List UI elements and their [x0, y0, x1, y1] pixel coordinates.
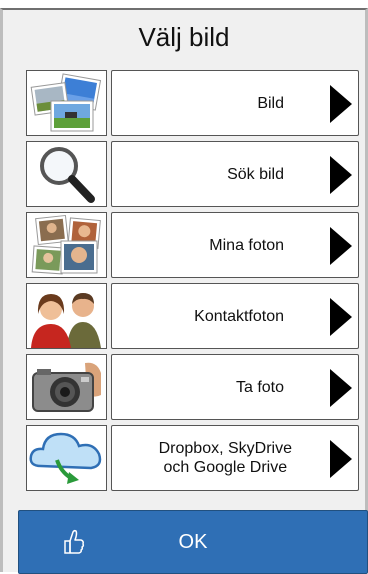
- contacts-icon[interactable]: [26, 283, 107, 349]
- option-my-photos-label: Mina foton: [209, 236, 284, 254]
- option-my-photos-button[interactable]: Mina foton: [111, 212, 359, 278]
- option-contact-photos-button[interactable]: Kontaktfoton: [111, 283, 359, 349]
- option-row-take-photo: Ta foto: [26, 354, 359, 420]
- option-take-photo-button[interactable]: Ta foto: [111, 354, 359, 420]
- option-cloud-storage-label: Dropbox, SkyDrive och Google Drive: [158, 440, 292, 476]
- chevron-right-icon: [330, 369, 352, 407]
- camera-icon[interactable]: [26, 354, 107, 420]
- chevron-right-icon: [330, 440, 352, 478]
- option-image-label: Bild: [257, 94, 284, 112]
- cloud-download-icon[interactable]: [26, 425, 107, 491]
- option-contact-photos-label: Kontaktfoton: [194, 307, 284, 325]
- chevron-right-icon: [330, 85, 352, 123]
- choose-image-dialog: Välj bild Bild Sök bild Mina foton Konta…: [0, 8, 368, 574]
- my-photos-icon[interactable]: [26, 212, 107, 278]
- chevron-right-icon: [330, 298, 352, 336]
- magnifier-icon[interactable]: [26, 141, 107, 207]
- option-row-contact-photos: Kontaktfoton: [26, 283, 359, 349]
- dialog-title: Välj bild: [138, 22, 230, 52]
- chevron-right-icon: [330, 156, 352, 194]
- photos-icon[interactable]: [26, 70, 107, 136]
- option-image-button[interactable]: Bild: [111, 70, 359, 136]
- ok-button-label: OK: [178, 530, 208, 553]
- option-cloud-storage-button[interactable]: Dropbox, SkyDrive och Google Drive: [111, 425, 359, 491]
- option-take-photo-label: Ta foto: [235, 378, 284, 396]
- chevron-right-icon: [330, 227, 352, 265]
- option-row-cloud-storage: Dropbox, SkyDrive och Google Drive: [26, 425, 359, 491]
- option-search-image-label: Sök bild: [227, 165, 284, 183]
- option-row-image: Bild: [26, 70, 359, 136]
- option-row-search-image: Sök bild: [26, 141, 359, 207]
- option-row-my-photos: Mina foton: [26, 212, 359, 278]
- option-search-image-button[interactable]: Sök bild: [111, 141, 359, 207]
- ok-button[interactable]: OK: [18, 510, 368, 574]
